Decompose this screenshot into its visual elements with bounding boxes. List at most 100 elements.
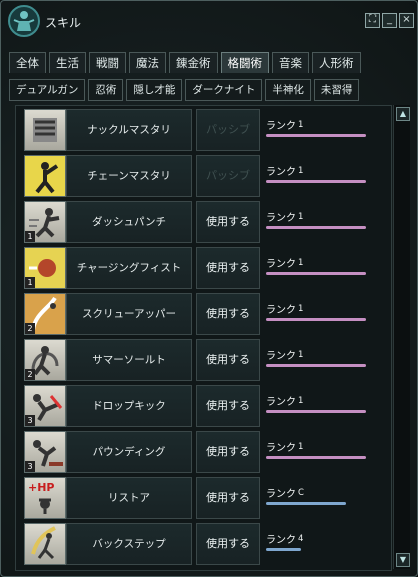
skill-rank: ランク 1 [266, 209, 303, 224]
subtab-3[interactable]: ダークナイト [185, 79, 263, 101]
tab-4[interactable]: 錬金術 [169, 52, 218, 73]
chain-mastery-icon[interactable] [24, 155, 66, 197]
rank-progress-bar [266, 134, 366, 137]
skill-row: 2 サマーソールト 使用する ランク 1 [20, 339, 388, 381]
use-skill-button[interactable]: 使用する [196, 523, 260, 565]
skill-level-badge: 1 [25, 231, 35, 242]
rank-value: 1 [298, 120, 304, 130]
sub-category-tabs: デュアルガン 忍術 隠し才能 ダークナイト 半神化 未習得 [9, 79, 362, 101]
screw-upper-icon[interactable]: 2 [24, 293, 66, 335]
use-skill-button[interactable]: 使用する [196, 385, 260, 427]
skill-rank: ランク 1 [266, 439, 303, 454]
skill-level-badge: 3 [25, 415, 35, 426]
scroll-down-button[interactable]: ▼ [396, 553, 410, 567]
scrollbar[interactable]: ▲ ▼ [393, 105, 410, 569]
use-skill-button[interactable]: 使用する [196, 201, 260, 243]
passive-label: パッシブ [196, 155, 260, 197]
rank-value: 4 [298, 534, 304, 544]
skill-rank: ランク 1 [266, 255, 303, 270]
skill-name[interactable]: リストア [66, 477, 192, 519]
skill-row: ナックルマスタリ パッシブ ランク 1 [20, 109, 388, 151]
skill-list[interactable]: ナックルマスタリ パッシブ ランク 1 チェーンマスタリ パッシブ ランク 1 1 ダッシュパンチ… [15, 105, 392, 571]
skill-name[interactable]: チャージングフィスト [66, 247, 192, 289]
rank-progress-bar [266, 272, 366, 275]
rank-label: ランク [266, 535, 296, 546]
skill-name[interactable]: スクリューアッパー [66, 293, 192, 335]
skill-rank: ランク 4 [266, 531, 303, 546]
rank-value: 1 [298, 442, 304, 452]
skill-emblem-icon [8, 5, 40, 37]
rank-progress-bar [266, 548, 301, 551]
subtab-4[interactable]: 半神化 [265, 79, 311, 101]
skill-row: +HP リストア 使用する ランク C [20, 477, 388, 519]
skill-name[interactable]: ドロップキック [66, 385, 192, 427]
subtab-5[interactable]: 未習得 [313, 79, 360, 101]
use-skill-button[interactable]: 使用する [196, 247, 260, 289]
skill-name[interactable]: チェーンマスタリ [66, 155, 192, 197]
subtab-0[interactable]: デュアルガン [9, 79, 86, 101]
charging-fist-icon[interactable]: 1 [24, 247, 66, 289]
tab-3[interactable]: 魔法 [129, 52, 166, 73]
svg-text:+HP: +HP [28, 481, 55, 494]
rank-progress-bar [266, 318, 366, 321]
window-title: スキル [45, 16, 82, 30]
rank-label: ランク [266, 351, 296, 362]
skill-level-badge: 2 [25, 323, 35, 334]
rank-value: 1 [298, 396, 304, 406]
tab-7[interactable]: 人形術 [312, 52, 361, 73]
rank-value: 1 [298, 258, 304, 268]
tab-2[interactable]: 戦闘 [89, 52, 126, 73]
skill-rank: ランク 1 [266, 117, 303, 132]
knuckle-mastery-icon[interactable] [24, 109, 66, 151]
skill-row: 3 ドロップキック 使用する ランク 1 [20, 385, 388, 427]
scroll-up-button[interactable]: ▲ [396, 107, 410, 121]
skill-name[interactable]: サマーソールト [66, 339, 192, 381]
skill-level-badge: 3 [25, 461, 35, 472]
pounding-icon[interactable]: 3 [24, 431, 66, 473]
rank-progress-bar [266, 180, 366, 183]
rank-label: ランク [266, 213, 296, 224]
back-step-icon[interactable] [24, 523, 66, 565]
skill-row: チェーンマスタリ パッシブ ランク 1 [20, 155, 388, 197]
minimize-button[interactable]: _ [382, 13, 397, 28]
rank-value: 1 [298, 166, 304, 176]
skill-level-badge: 2 [25, 369, 35, 380]
close-button[interactable]: × [399, 13, 414, 28]
skill-row: 2 スクリューアッパー 使用する ランク 1 [20, 293, 388, 335]
dash-punch-icon[interactable]: 1 [24, 201, 66, 243]
resize-button[interactable]: ⛶ [365, 13, 380, 28]
tab-6[interactable]: 音楽 [272, 52, 309, 73]
rank-label: ランク [266, 259, 296, 270]
drop-kick-icon[interactable]: 3 [24, 385, 66, 427]
tab-1[interactable]: 生活 [49, 52, 86, 73]
skill-name[interactable]: ナックルマスタリ [66, 109, 192, 151]
rank-progress-bar [266, 456, 366, 459]
rank-label: ランク [266, 167, 296, 178]
rank-value: 1 [298, 350, 304, 360]
tab-0[interactable]: 全体 [9, 52, 46, 73]
skill-name[interactable]: ダッシュパンチ [66, 201, 192, 243]
use-skill-button[interactable]: 使用する [196, 339, 260, 381]
rank-label: ランク [266, 489, 296, 500]
use-skill-button[interactable]: 使用する [196, 293, 260, 335]
skill-row: 1 ダッシュパンチ 使用する ランク 1 [20, 201, 388, 243]
rank-progress-bar [266, 410, 366, 413]
tab-5[interactable]: 格闘術 [220, 52, 269, 73]
skill-name[interactable]: バックステップ [66, 523, 192, 565]
rank-progress-bar [266, 502, 346, 505]
skill-window: スキル ⛶ _ × 全体 生活 戦闘 魔法 錬金術 格闘術 音楽 人形術 デュアルガン 忍術 隠し… [0, 0, 418, 577]
rank-value: 1 [298, 304, 304, 314]
rank-label: ランク [266, 121, 296, 132]
use-skill-button[interactable]: 使用する [196, 477, 260, 519]
restore-icon[interactable]: +HP [24, 477, 66, 519]
use-skill-button[interactable]: 使用する [196, 431, 260, 473]
rank-progress-bar [266, 364, 366, 367]
subtab-2[interactable]: 隠し才能 [126, 79, 183, 101]
skill-row: バックステップ 使用する ランク 4 [20, 523, 388, 565]
title-bar[interactable]: スキル ⛶ _ × [1, 1, 417, 41]
skill-name[interactable]: パウンディング [66, 431, 192, 473]
skill-rank: ランク 1 [266, 347, 303, 362]
rank-label: ランク [266, 443, 296, 454]
somersault-icon[interactable]: 2 [24, 339, 66, 381]
subtab-1[interactable]: 忍術 [88, 79, 124, 101]
